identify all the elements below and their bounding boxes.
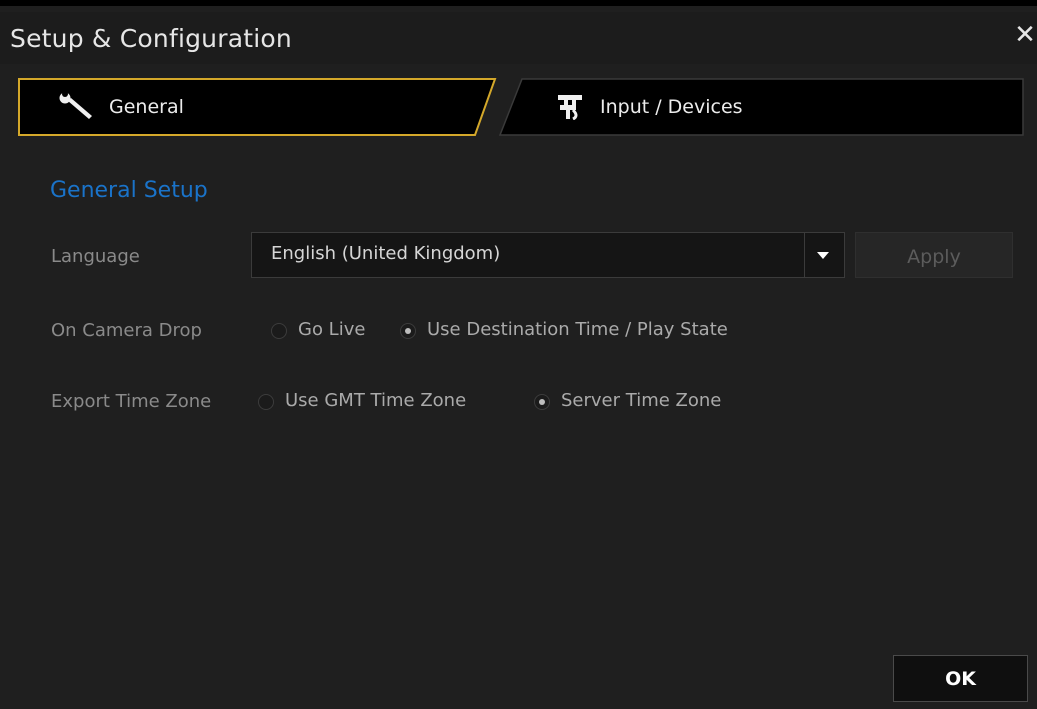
title-bar: Setup & Configuration ✕ xyxy=(0,12,1037,64)
section-title: General Setup xyxy=(50,178,208,203)
radio-server-time-zone-label: Server Time Zone xyxy=(561,390,722,411)
radio-go-live-indicator[interactable] xyxy=(271,323,287,339)
radio-go-live[interactable]: Go Live xyxy=(271,319,381,347)
apply-button[interactable]: Apply xyxy=(855,232,1013,278)
radio-gmt-time-zone[interactable]: Use GMT Time Zone xyxy=(258,390,508,418)
tab-input-devices-label: Input / Devices xyxy=(600,96,743,118)
window-title: Setup & Configuration xyxy=(10,24,292,53)
ok-button[interactable]: OK xyxy=(893,655,1028,702)
radio-destination-time-label: Use Destination Time / Play State xyxy=(427,319,728,340)
radio-go-live-label: Go Live xyxy=(298,319,366,340)
select-divider xyxy=(804,233,805,277)
radio-gmt-time-zone-label: Use GMT Time Zone xyxy=(285,390,467,411)
chevron-down-icon[interactable] xyxy=(817,252,829,259)
radio-gmt-time-zone-indicator[interactable] xyxy=(258,394,274,410)
camera-drop-label: On Camera Drop xyxy=(51,320,202,341)
language-label: Language xyxy=(51,246,140,267)
radio-destination-time[interactable]: Use Destination Time / Play State xyxy=(400,319,780,347)
radio-server-time-zone[interactable]: Server Time Zone xyxy=(534,390,764,418)
setup-dialog: Setup & Configuration ✕ General Input / … xyxy=(0,0,1037,709)
tab-general-label: General xyxy=(109,96,184,118)
tab-input-devices[interactable]: Input / Devices xyxy=(508,78,1024,136)
tab-bar: General Input / Devices xyxy=(18,78,1024,136)
close-icon[interactable]: ✕ xyxy=(1013,20,1037,50)
export-time-zone-label: Export Time Zone xyxy=(51,391,212,412)
tab-general[interactable]: General xyxy=(18,78,488,136)
language-select[interactable]: English (United Kingdom) xyxy=(251,232,845,278)
language-select-value: English (United Kingdom) xyxy=(271,243,501,264)
radio-destination-time-indicator[interactable] xyxy=(400,323,416,339)
radio-server-time-zone-indicator[interactable] xyxy=(534,394,550,410)
